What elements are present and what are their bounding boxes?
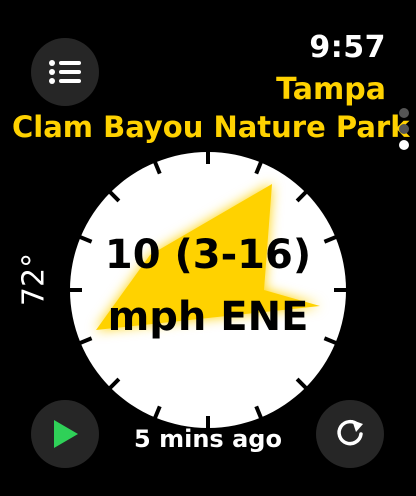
refresh-button[interactable] <box>316 400 384 468</box>
wind-unit-direction: mph ENE <box>107 294 309 340</box>
wind-speed: 10 (3-16) <box>104 232 312 278</box>
refresh-icon <box>337 419 363 446</box>
